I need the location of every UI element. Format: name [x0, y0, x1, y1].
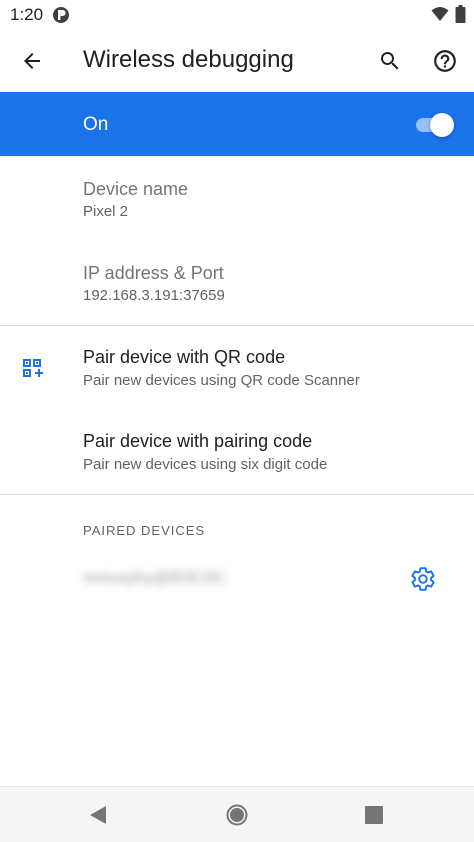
status-time: 1:20: [10, 5, 44, 24]
paired-device-item[interactable]: [0, 548, 474, 608]
master-switch-label: On: [83, 114, 109, 135]
search-icon: [381, 52, 399, 70]
paired-devices-header: PAIRED DEVICES: [83, 523, 206, 538]
back-arrow-icon: [24, 53, 40, 69]
pair-code-pref[interactable]: Pair device with pairing code Pair new d…: [0, 410, 474, 494]
master-switch-bar[interactable]: On: [0, 92, 474, 156]
wifi-icon: [431, 6, 449, 27]
ip-address-value: 192.168.3.191:37659: [83, 287, 225, 304]
toggle-thumb: [430, 113, 454, 137]
paired-device-name: mmurphy@B3C0C: [83, 568, 226, 587]
help-icon: [434, 50, 456, 72]
ip-address-title: IP address & Port: [83, 263, 224, 283]
back-button[interactable]: [14, 43, 50, 79]
device-name-value: Pixel 2: [83, 203, 129, 220]
pair-code-title: Pair device with pairing code: [83, 431, 313, 451]
status-bar: 1:20: [0, 0, 474, 30]
nav-back-icon[interactable]: [86, 803, 110, 827]
device-name-pref: Device name Pixel 2: [0, 156, 474, 240]
qr-code-scanner-icon: [20, 356, 44, 380]
battery-icon: [455, 5, 466, 28]
ip-address-pref: IP address & Port 192.168.3.191:37659: [0, 240, 474, 325]
pair-qr-title: Pair device with QR code: [83, 347, 286, 367]
help-button[interactable]: [427, 43, 463, 79]
divider: [0, 494, 474, 495]
gear-icon: [411, 567, 435, 591]
pair-qr-code-pref[interactable]: Pair device with QR code Pair new device…: [0, 326, 474, 410]
navigation-bar: [0, 786, 474, 842]
app-bar: Wireless debugging: [0, 30, 474, 92]
wireless-debugging-toggle[interactable]: [414, 113, 454, 137]
app-notification-icon: [52, 6, 70, 24]
paired-device-settings-button[interactable]: [406, 562, 440, 596]
device-name-title: Device name: [83, 179, 189, 199]
nav-recents-icon[interactable]: [362, 803, 386, 827]
pair-code-summary: Pair new devices using six digit code: [83, 456, 328, 473]
pair-qr-summary: Pair new devices using QR code Scanner: [83, 372, 360, 389]
page-title: Wireless debugging: [83, 46, 294, 73]
nav-home-icon[interactable]: [225, 803, 249, 827]
search-button[interactable]: [372, 43, 408, 79]
